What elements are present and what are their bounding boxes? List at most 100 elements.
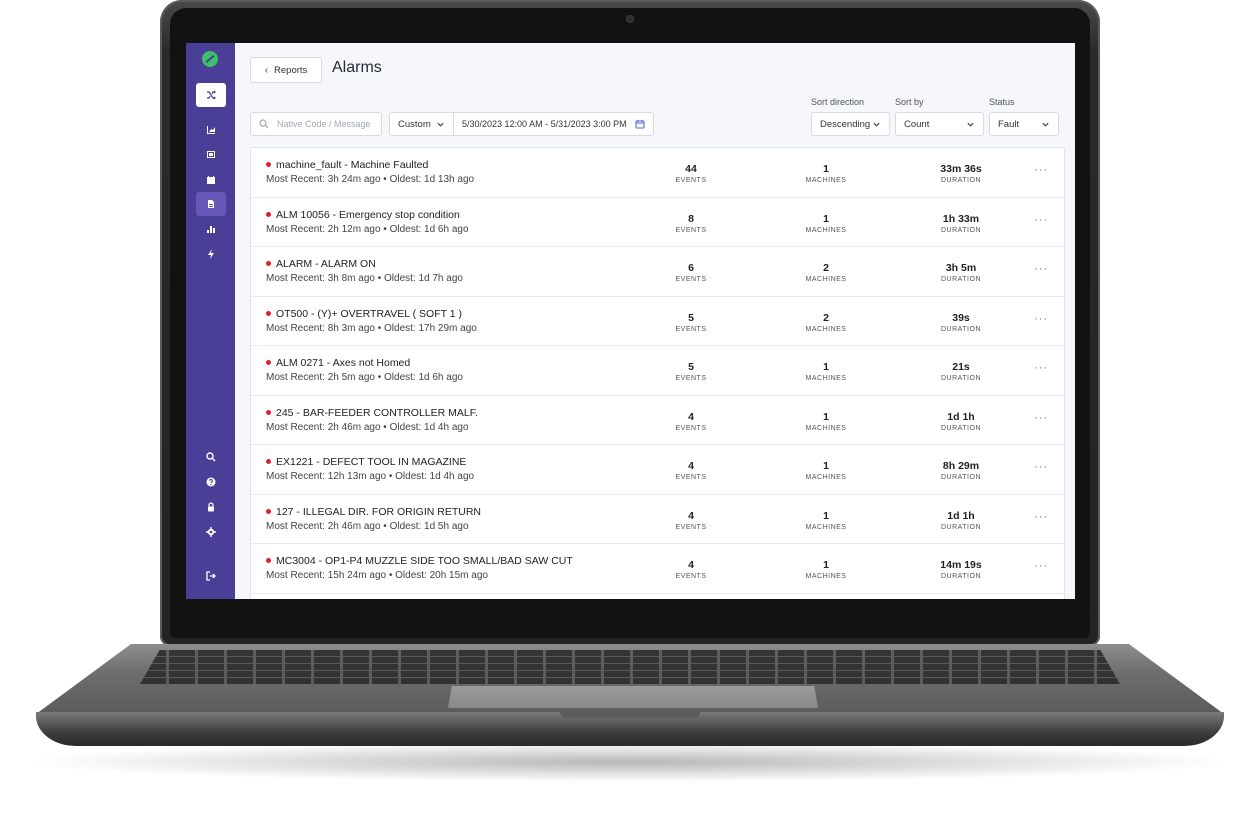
events-stat: 44 EVENTS	[631, 163, 751, 184]
machines-stat: 1 MACHINES	[766, 163, 886, 184]
duration-label: DURATION	[940, 375, 982, 382]
sidebar-item-settings[interactable]	[196, 520, 226, 544]
duration-value: 33m 36s	[940, 163, 982, 175]
duration-value: 39s	[952, 311, 970, 324]
help-icon	[206, 477, 216, 487]
events-count: 4	[688, 460, 694, 472]
fault-status-dot	[266, 558, 271, 563]
alarm-row[interactable]: MC3004 - OP1-P4 MUZZLE SIDE TOO SMALL/BA…	[251, 544, 1064, 594]
alarm-recency: Most Recent: 15h 24m ago • Oldest: 20h 1…	[266, 570, 488, 581]
events-label: EVENTS	[675, 375, 707, 382]
alarm-row[interactable]: EX1221 - DEFECT TOOL IN MAGAZINE Most Re…	[251, 445, 1064, 495]
events-stat: 6 EVENTS	[631, 262, 751, 283]
alarm-title: machine_fault - Machine Faulted	[276, 159, 429, 171]
alarm-row[interactable]: ALM 10056 - Emergency stop condition Mos…	[251, 198, 1064, 247]
alarm-title: ALM 10056 - Emergency stop condition	[276, 208, 460, 221]
alarm-row[interactable]: machine_fault - Machine Faulted Most Rec…	[251, 148, 1064, 198]
events-stat: 4 EVENTS	[631, 510, 751, 531]
more-options-icon[interactable]: ···	[1034, 461, 1048, 473]
duration-label: DURATION	[940, 276, 982, 283]
machines-label: MACHINES	[805, 325, 847, 333]
search-icon	[206, 452, 216, 462]
more-options-icon[interactable]: ···	[1034, 214, 1048, 226]
alarm-recency: Most Recent: 3h 24m ago • Oldest: 1d 13h…	[266, 174, 475, 185]
sort-by-select[interactable]: Count	[895, 112, 984, 136]
logout-icon	[206, 571, 216, 581]
machines-stat: 1 MACHINES	[766, 559, 886, 580]
machines-count: 1	[823, 361, 829, 373]
sidebar-item-machines[interactable]	[196, 143, 226, 167]
duration-label: DURATION	[940, 523, 982, 531]
alarm-row[interactable]: 127 - ILLEGAL DIR. FOR ORIGIN RETURN Mos…	[251, 495, 1064, 544]
alarm-title: EX1221 - DEFECT TOOL IN MAGAZINE	[276, 456, 467, 468]
more-options-icon[interactable]: ···	[1034, 412, 1048, 424]
duration-label: DURATION	[940, 573, 982, 580]
more-options-icon[interactable]: ···	[1034, 263, 1048, 275]
sort-direction-select[interactable]: Descending	[811, 112, 890, 136]
machines-stat: 1 MACHINES	[766, 510, 886, 531]
calendar-icon	[207, 176, 215, 184]
events-count: 4	[688, 410, 694, 423]
duration-label: DURATION	[940, 226, 982, 234]
machines-stat: 1 MACHINES	[766, 361, 886, 382]
sidebar-item-help[interactable]	[196, 470, 226, 494]
alarm-row[interactable]: ALARM - ALARM ON Most Recent: 3h 8m ago …	[251, 247, 1064, 297]
machines-label: MACHINES	[805, 226, 847, 234]
more-options-icon[interactable]: ···	[1034, 362, 1048, 374]
alarm-row[interactable]: ALM 0271 - Axes not Homed Most Recent: 2…	[251, 346, 1064, 396]
more-options-icon[interactable]: ···	[1034, 164, 1048, 176]
duration-stat: 33m 36s DURATION	[901, 163, 1021, 184]
events-stat: 4 EVENTS	[631, 460, 751, 481]
fault-status-dot	[266, 162, 271, 167]
duration-value: 3h 5m	[945, 262, 977, 274]
lid-notch	[560, 712, 700, 718]
chevron-down-icon	[873, 122, 880, 127]
search-field[interactable]	[250, 112, 382, 136]
alarm-title: ALARM - ALARM ON	[276, 258, 376, 270]
lock-icon	[208, 502, 214, 512]
sidebar-item-security[interactable]	[196, 495, 226, 519]
sidebar-item-logout[interactable]	[196, 564, 226, 588]
alarm-recency: Most Recent: 12h 13m ago • Oldest: 1d 4h…	[266, 471, 475, 482]
search-input[interactable]	[275, 118, 379, 130]
back-to-reports-button[interactable]: ‹ Reports	[250, 57, 322, 83]
sidebar-item-energy[interactable]	[196, 242, 226, 266]
more-options-icon[interactable]: ···	[1034, 511, 1048, 523]
more-options-icon[interactable]: ···	[1034, 313, 1048, 325]
duration-label: DURATION	[940, 424, 982, 432]
events-count: 44	[685, 163, 697, 175]
alarm-recency: Most Recent: 8h 3m ago • Oldest: 17h 29m…	[266, 322, 477, 334]
alarm-row[interactable]: 245 - BAR-FEEDER CONTROLLER MALF. Most R…	[251, 396, 1064, 445]
alarm-row[interactable]: OT500 - (Y)+ OVERTRAVEL ( SOFT 1 ) Most …	[251, 297, 1064, 346]
duration-value: 1d 1h	[947, 410, 975, 423]
sidebar-item-chart[interactable]	[196, 118, 226, 142]
sidebar-item-reports[interactable]	[196, 192, 226, 216]
fault-status-dot	[266, 211, 271, 217]
machines-count: 1	[823, 410, 829, 423]
bolt-icon	[208, 249, 214, 259]
sidebar-item-shuffle[interactable]	[196, 83, 226, 107]
fault-status-dot	[266, 409, 271, 415]
shuffle-icon	[207, 90, 216, 100]
sidebar-item-analytics[interactable]	[196, 217, 226, 241]
date-range-preset-select[interactable]: Custom	[389, 112, 454, 136]
date-range-picker[interactable]: 5/30/2023 12:00 AM - 5/31/2023 3:00 PM	[453, 112, 654, 136]
status-select[interactable]: Fault	[989, 112, 1059, 136]
duration-value: 1h 33m	[942, 212, 980, 225]
sidebar-item-search[interactable]	[196, 445, 226, 469]
sort-by-label: Sort by	[895, 97, 924, 107]
machines-count: 2	[823, 311, 829, 324]
duration-label: DURATION	[940, 474, 982, 481]
search-icon	[259, 119, 269, 129]
app-screen: ‹ Reports Alarms Custom 5/30/2023 12:00 …	[186, 43, 1075, 599]
brand-logo-icon[interactable]	[202, 51, 218, 67]
machines-count: 1	[823, 559, 829, 571]
events-stat: 5 EVENTS	[631, 312, 751, 333]
events-count: 4	[688, 509, 694, 522]
machine-icon	[207, 151, 215, 158]
range-preset-value: Custom	[398, 118, 431, 130]
sidebar-item-calendar[interactable]	[196, 168, 226, 192]
duration-value: 21s	[952, 361, 970, 373]
machines-label: MACHINES	[805, 177, 847, 184]
more-options-icon[interactable]: ···	[1034, 560, 1048, 572]
